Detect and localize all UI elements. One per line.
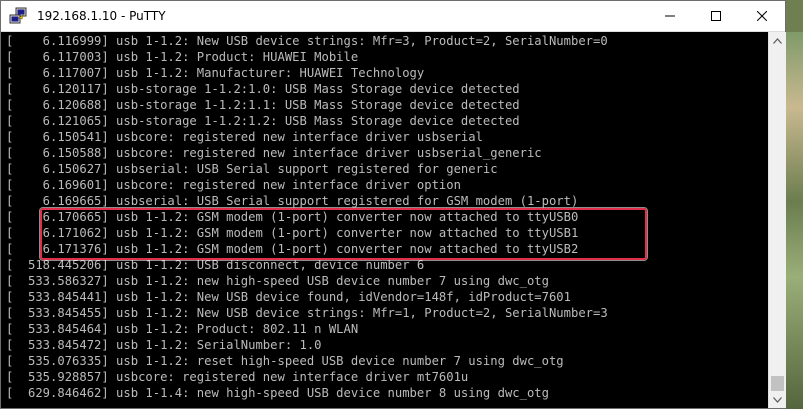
terminal-output[interactable]: [ 6.116999] usb 1-1.2: New USB device st… [1, 32, 768, 408]
terminal-line: [ 533.845455] usb 1-1.2: New USB device … [6, 306, 608, 320]
desktop-background-right [783, 32, 803, 409]
terminal-line: [ 6.117007] usb 1-1.2: Manufacturer: HUA… [6, 66, 425, 80]
terminal-line: [ 629.846462] usb 1-1.4: new high-speed … [6, 386, 549, 400]
minimize-icon [665, 15, 675, 17]
maximize-icon [711, 11, 721, 21]
vertical-scrollbar[interactable] [768, 32, 786, 408]
window-title: 192.168.1.10 - PuTTY [37, 9, 166, 23]
terminal-line: [ 6.121065] usb-storage 1-1.2:1.2: USB M… [6, 114, 520, 128]
putty-icon[interactable] [9, 7, 27, 25]
terminal-line: [ 6.116999] usb 1-1.2: New USB device st… [6, 34, 608, 48]
maximize-button[interactable] [693, 1, 739, 31]
terminal-line: [ 6.150541] usbcore: registered new inte… [6, 130, 483, 144]
scroll-up-button[interactable] [769, 32, 786, 49]
scroll-down-button[interactable] [769, 391, 786, 408]
terminal-line: [ 535.928857] usbcore: registered new in… [6, 370, 469, 384]
terminal-line: [ 6.117003] usb 1-1.2: Product: HUAWEI M… [6, 50, 359, 64]
close-icon [757, 11, 767, 21]
terminal-line: [ 6.150627] usbserial: USB Serial suppor… [6, 162, 498, 176]
terminal-line: [ 533.845464] usb 1-1.2: Product: 802.11… [6, 322, 359, 336]
close-button[interactable] [739, 1, 785, 31]
scroll-thumb[interactable] [771, 376, 784, 391]
terminal-line: [ 6.169601] usbcore: registered new inte… [6, 178, 461, 192]
terminal-line: [ 533.845441] usb 1-1.2: New USB device … [6, 290, 571, 304]
highlight-annotation [40, 208, 647, 260]
putty-window: 192.168.1.10 - PuTTY [ 6.116999] usb 1-1… [0, 0, 786, 409]
minimize-button[interactable] [647, 1, 693, 31]
terminal-line: [ 6.120117] usb-storage 1-1.2:1.0: USB M… [6, 82, 520, 96]
terminal-line: [ 6.120688] usb-storage 1-1.2:1.1: USB M… [6, 98, 520, 112]
scroll-down-arrow-icon [773, 396, 782, 403]
terminal-line: [ 6.150588] usbcore: registered new inte… [6, 146, 542, 160]
title-bar[interactable]: 192.168.1.10 - PuTTY [1, 1, 785, 32]
terminal-line: [ 533.586327] usb 1-1.2: new high-speed … [6, 274, 549, 288]
terminal-line: [ 533.845472] usb 1-1.2: SerialNumber: 1… [6, 338, 322, 352]
scroll-up-arrow-icon [773, 37, 782, 44]
terminal-line: [ 535.076335] usb 1-1.2: reset high-spee… [6, 354, 564, 368]
terminal-line: [ 6.169665] usbserial: USB Serial suppor… [6, 194, 579, 208]
